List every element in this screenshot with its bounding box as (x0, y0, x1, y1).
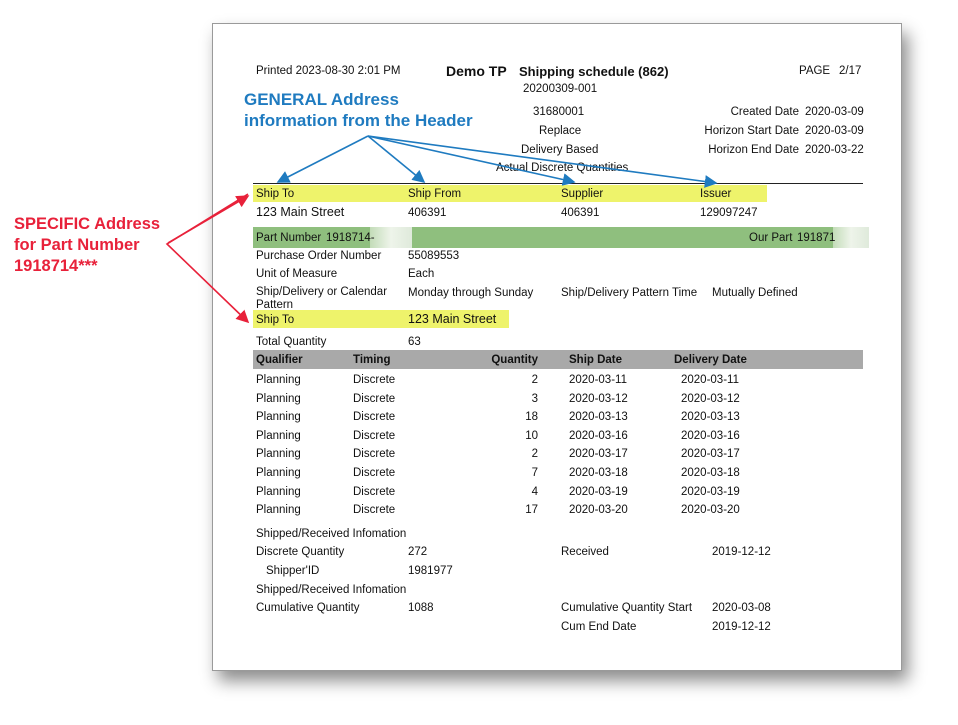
arrow-to-issuer (367, 135, 718, 188)
annotation-arrows (165, 135, 718, 324)
arrow-specific-address (165, 193, 250, 324)
arrow-to-ship-to (276, 135, 369, 183)
arrow-to-header-ship-to (167, 195, 250, 244)
